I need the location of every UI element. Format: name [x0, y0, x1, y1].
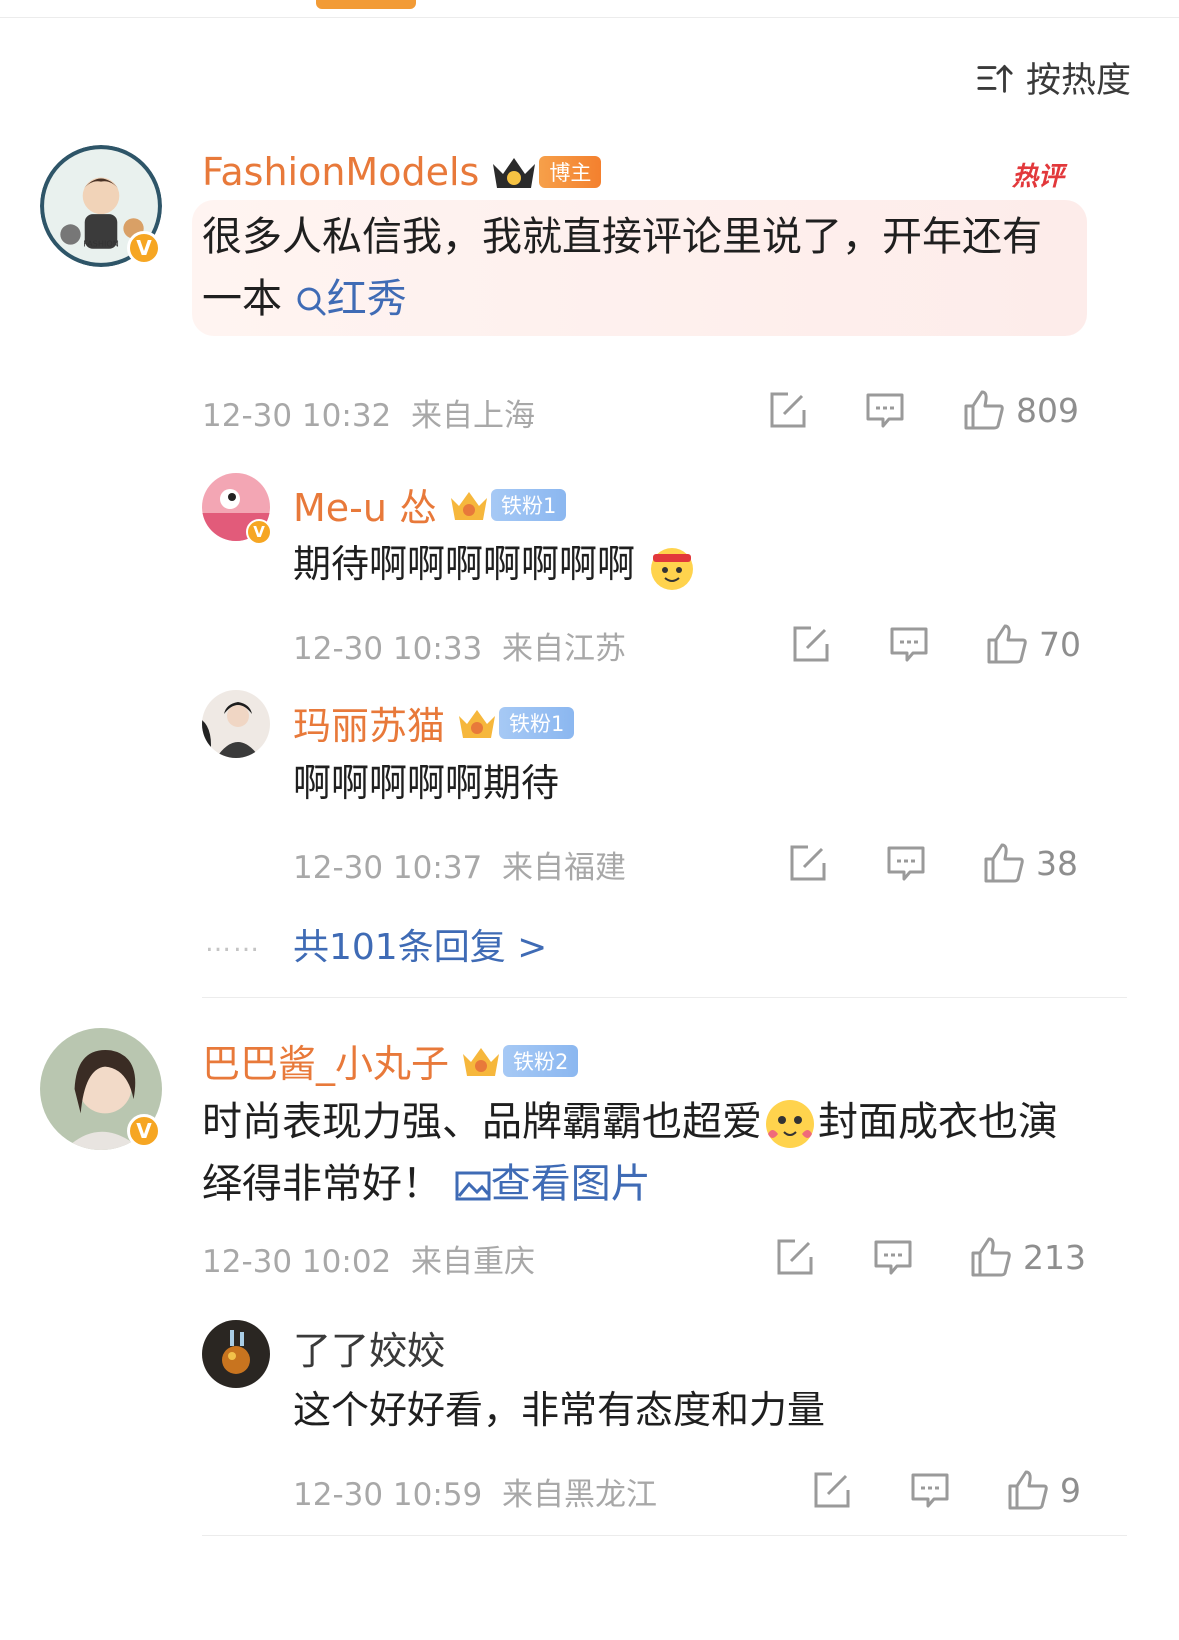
reply-text: 啊啊啊啊啊期待 [293, 761, 560, 805]
view-image-link[interactable]: 查看图片 [455, 1161, 651, 1207]
timestamp: 12-30 10:32 [202, 398, 392, 434]
reply-meta: 12-30 10:37 来自福建 [293, 842, 626, 887]
hot-comment-label: 热评 [1012, 162, 1065, 192]
like-count: 38 [1036, 843, 1078, 883]
iron-fan-badge: 铁粉1 [455, 704, 575, 742]
svg-text:FASHION: FASHION [83, 239, 119, 249]
comment-meta: 12-30 10:32 来自上海 [202, 390, 535, 435]
iron-fan-badge: 铁粉1 [447, 486, 567, 524]
thumbs-up-icon[interactable] [982, 841, 1026, 885]
like-count: 70 [1039, 624, 1081, 664]
view-all-replies-link[interactable]: 共101条回复 > [293, 918, 547, 970]
username[interactable]: FashionModels [202, 150, 479, 194]
comment-divider [202, 1535, 1127, 1536]
verified-badge-icon: V [246, 519, 272, 545]
top-divider [0, 17, 1179, 18]
thumbs-up-icon[interactable] [985, 622, 1029, 666]
thumbs-up-icon[interactable] [1006, 1468, 1050, 1512]
blogger-badge: 博主 [489, 152, 602, 192]
location: 来自黑龙江 [502, 1477, 657, 1513]
location: 来自江苏 [502, 631, 626, 667]
reply-actions: 9 [812, 1468, 1081, 1512]
thumbs-up-icon[interactable] [962, 388, 1006, 432]
comment-text: 时尚表现力强、品牌霸霸也超爱 封面成衣也演绎得非常好！ 查看图片 [202, 1091, 1082, 1215]
like-count: 809 [1016, 390, 1079, 430]
reply-actions: 38 [788, 841, 1078, 885]
avatar[interactable] [202, 1320, 270, 1388]
love-emoji-icon [766, 1100, 814, 1148]
location: 来自上海 [411, 398, 535, 434]
reply-text: 这个好好看，非常有态度和力量 [293, 1388, 826, 1432]
comment-meta: 12-30 10:02 来自重庆 [202, 1236, 535, 1281]
crown-icon [489, 152, 539, 192]
location: 来自福建 [502, 850, 626, 886]
comment-actions: 809 [768, 388, 1079, 432]
like-count: 9 [1060, 1470, 1081, 1510]
share-icon[interactable] [768, 390, 808, 430]
timestamp: 12-30 10:02 [202, 1244, 392, 1280]
comment-icon[interactable] [910, 1470, 950, 1510]
image-icon [455, 1171, 491, 1201]
sort-icon [977, 64, 1013, 93]
comment-icon[interactable] [873, 1237, 913, 1277]
location: 来自重庆 [411, 1244, 535, 1280]
share-icon[interactable] [775, 1237, 815, 1277]
crown-icon [455, 704, 499, 742]
share-icon[interactable] [788, 843, 828, 883]
sort-label: 按热度 [1025, 61, 1131, 101]
share-icon[interactable] [791, 624, 831, 664]
verified-badge-icon: V [127, 231, 161, 265]
comment-icon[interactable] [865, 390, 905, 430]
username[interactable]: 巴巴酱_小丸子 [202, 1033, 449, 1088]
username[interactable]: Me-u 怂 [293, 477, 437, 532]
more-dots: …… [205, 928, 261, 958]
comment-icon[interactable] [889, 624, 929, 664]
reply-actions: 70 [791, 622, 1081, 666]
share-icon[interactable] [812, 1470, 852, 1510]
sort-by-hot-button[interactable]: 按热度 [976, 52, 1131, 103]
iron-fan-badge: 铁粉2 [459, 1042, 579, 1080]
reply-meta: 12-30 10:59 来自黑龙江 [293, 1469, 657, 1514]
comment-divider [202, 997, 1127, 998]
avatar[interactable] [202, 690, 270, 758]
comment-actions: 213 [775, 1235, 1086, 1279]
search-link[interactable]: 红秀 [295, 276, 407, 322]
reply-text: 期待啊啊啊啊啊啊啊 [293, 533, 697, 595]
reply-meta: 12-30 10:33 来自江苏 [293, 623, 626, 668]
comment-text: 很多人私信我，我就直接评论里说了，开年还有一本 红秀 [202, 214, 1042, 322]
comment-icon[interactable] [886, 843, 926, 883]
search-icon [297, 287, 326, 316]
like-count: 213 [1023, 1237, 1086, 1277]
username[interactable]: 了了姣姣 [293, 1320, 445, 1375]
timestamp: 12-30 10:37 [293, 850, 483, 886]
crown-icon [447, 486, 491, 524]
username[interactable]: 玛丽苏猫 [293, 695, 445, 750]
cheer-emoji-icon [651, 547, 694, 590]
active-tab-indicator [316, 0, 416, 9]
timestamp: 12-30 10:33 [293, 631, 483, 667]
thumbs-up-icon[interactable] [969, 1235, 1013, 1279]
verified-badge-icon: V [127, 1114, 161, 1148]
crown-icon [459, 1042, 503, 1080]
timestamp: 12-30 10:59 [293, 1477, 483, 1513]
